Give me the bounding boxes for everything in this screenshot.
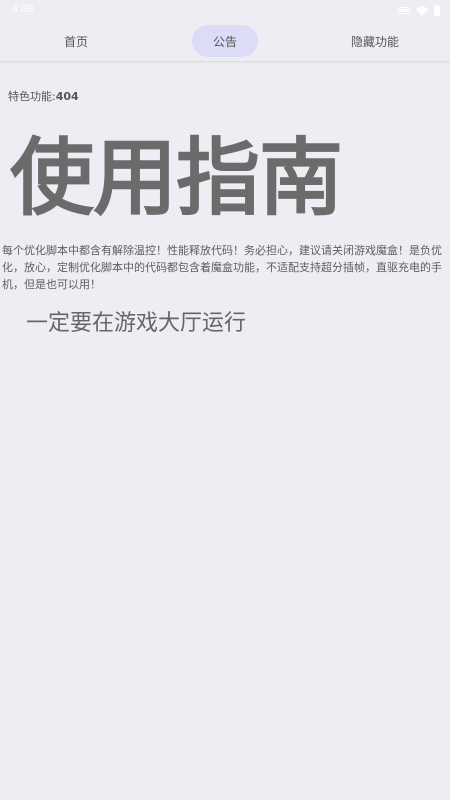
tab-bar: 首页 公告 隐藏功能 <box>0 22 450 62</box>
tab-notice[interactable]: 公告 <box>192 25 258 57</box>
tab-home[interactable]: 首页 <box>40 25 112 57</box>
feature-line: 特色功能:404 <box>8 88 79 104</box>
feature-value: 404 <box>55 90 79 103</box>
lobby-note: 一定要在游戏大厅运行 <box>26 311 247 336</box>
guide-title: 使用指南 <box>10 129 343 227</box>
status-bar: 4:09 <box>0 0 450 22</box>
wifi-icon <box>416 6 428 16</box>
feature-label: 特色功能: <box>8 90 56 103</box>
tab-hidden-features[interactable]: 隐藏功能 <box>335 25 415 57</box>
status-time: 4:09 <box>12 3 34 15</box>
guide-description: 每个优化脚本中都含有解除温控！性能释放代码！务必担心，建议请关闭游戏魔盒！是负优… <box>2 244 442 291</box>
status-icons <box>398 5 440 16</box>
sim-icon <box>398 7 410 14</box>
battery-icon <box>434 5 440 16</box>
